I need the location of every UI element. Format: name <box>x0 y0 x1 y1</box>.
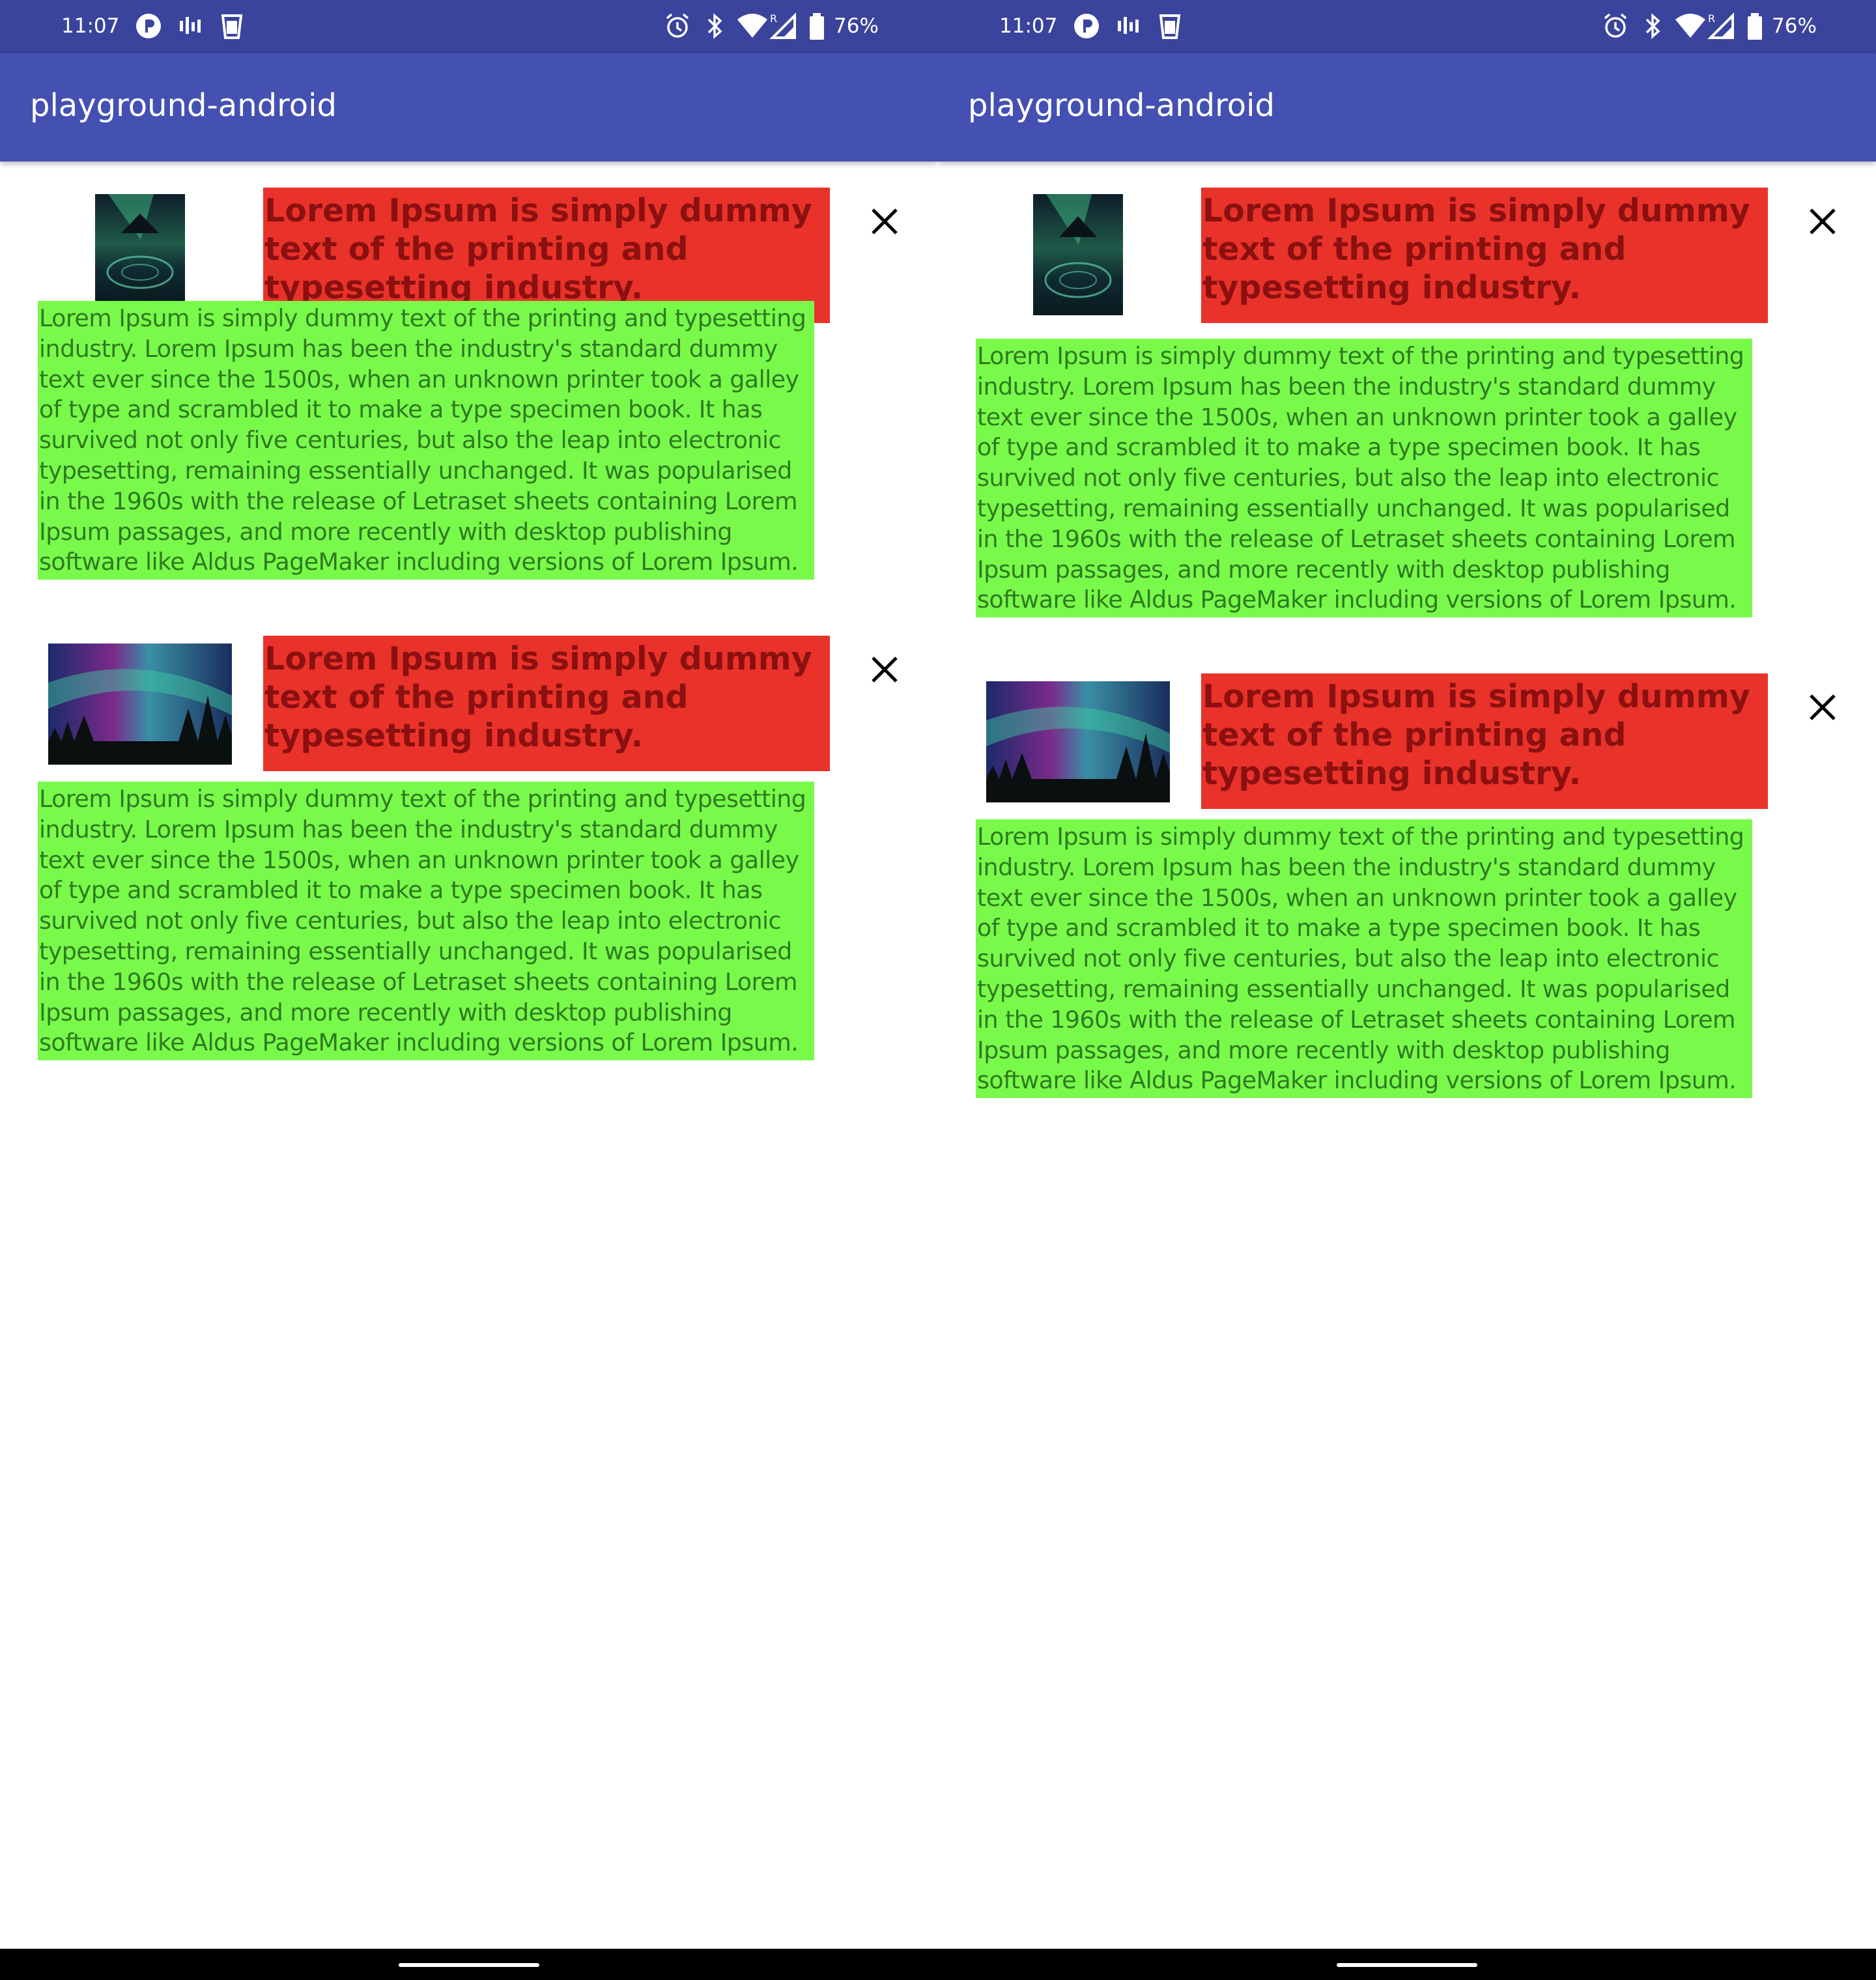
card-body: Lorem Ipsum is simply dummy text of the … <box>976 339 1752 617</box>
signal-bars-icon <box>180 17 201 34</box>
close-icon[interactable] <box>865 202 904 241</box>
svg-text:R: R <box>770 12 777 25</box>
app-title: playground-android <box>968 87 1275 124</box>
app-bar: playground-android <box>938 53 1876 162</box>
cup-icon <box>1159 14 1181 39</box>
card-body: Lorem Ipsum is simply dummy text of the … <box>38 301 814 580</box>
close-icon[interactable] <box>1803 202 1842 241</box>
signal-bars-icon <box>1118 17 1139 34</box>
cup-icon <box>221 14 243 39</box>
cellular-roaming-icon: R <box>1707 12 1734 39</box>
card-title: Lorem Ipsum is simply dummy text of the … <box>263 636 830 771</box>
list-item: Lorem Ipsum is simply dummy text of the … <box>0 188 938 580</box>
battery-icon <box>810 13 824 40</box>
alarm-icon <box>666 13 689 38</box>
battery-percent: 76% <box>834 14 879 38</box>
app-title: playground-android <box>30 87 337 124</box>
aurora-portrait-image <box>95 194 185 304</box>
home-gesture-handle[interactable] <box>1337 1963 1477 1967</box>
screen-left: 11:07 R 76% playground-android Lorem Ips… <box>0 0 938 1980</box>
aurora-landscape-image <box>48 644 232 765</box>
app-bar: playground-android <box>0 53 938 162</box>
battery-percent: 76% <box>1772 14 1817 38</box>
home-gesture-handle[interactable] <box>399 1963 539 1967</box>
bluetooth-icon <box>1645 13 1660 39</box>
cellular-roaming-icon: R <box>769 12 796 39</box>
navigation-bar <box>938 1949 1876 1980</box>
close-icon[interactable] <box>1803 688 1842 727</box>
status-time: 11:07 <box>999 14 1058 38</box>
bluetooth-icon <box>707 13 722 39</box>
alarm-icon <box>1604 13 1627 38</box>
aurora-portrait-image <box>1033 194 1123 315</box>
status-bar: 11:07 R 76% <box>0 0 938 53</box>
card-body: Lorem Ipsum is simply dummy text of the … <box>38 782 814 1060</box>
list-item: Lorem Ipsum is simply dummy text of the … <box>938 188 1876 617</box>
list-item: Lorem Ipsum is simply dummy text of the … <box>0 636 938 1060</box>
card-body: Lorem Ipsum is simply dummy text of the … <box>976 819 1752 1098</box>
navigation-bar <box>0 1949 938 1980</box>
wifi-icon <box>737 14 767 38</box>
notification-p-icon <box>1074 14 1099 38</box>
screen-right: 11:07 R 76% playground-android Lorem Ips… <box>938 0 1876 1980</box>
close-icon[interactable] <box>865 650 904 689</box>
aurora-landscape-image <box>986 681 1170 802</box>
battery-icon <box>1748 13 1762 40</box>
card-title: Lorem Ipsum is simply dummy text of the … <box>1201 673 1768 809</box>
list-item: Lorem Ipsum is simply dummy text of the … <box>938 673 1876 1101</box>
svg-text:R: R <box>1708 12 1715 25</box>
card-title: Lorem Ipsum is simply dummy text of the … <box>1201 188 1768 323</box>
notification-p-icon <box>136 14 161 38</box>
status-bar: 11:07 R 76% <box>938 0 1876 53</box>
status-time: 11:07 <box>61 14 120 38</box>
wifi-icon <box>1675 14 1705 38</box>
